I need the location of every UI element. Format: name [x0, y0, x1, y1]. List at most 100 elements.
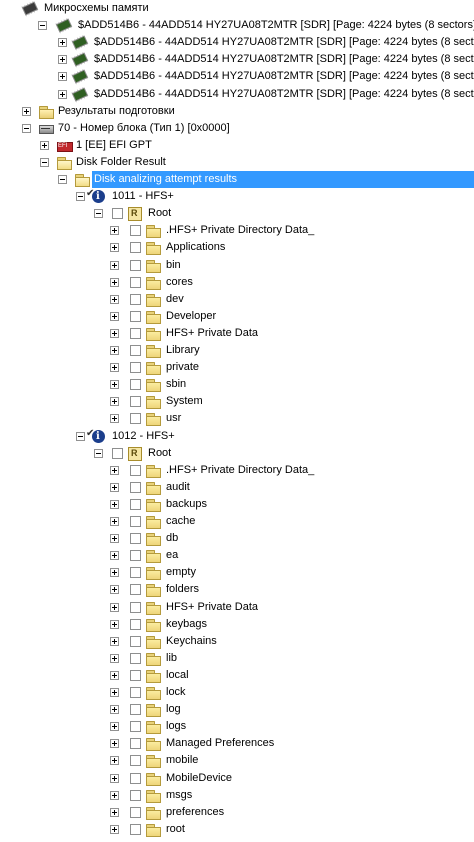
- expand-icon[interactable]: [110, 260, 119, 270]
- tree-item-chip[interactable]: $ADD514B6 - 44ADD514 HY27UA08T2MTR [SDR]…: [0, 17, 474, 34]
- tree-item-volume[interactable]: ✔1012 - HFS+: [0, 428, 474, 445]
- tree-item-folder[interactable]: .HFS+ Private Directory Data_: [0, 222, 474, 239]
- expand-icon[interactable]: [110, 517, 119, 526]
- tree-item-chip[interactable]: $ADD514B6 - 44ADD514 HY27UA08T2MTR [SDR]…: [0, 34, 474, 51]
- expand-icon[interactable]: [110, 807, 119, 817]
- checkbox[interactable]: [130, 550, 141, 562]
- tree-item-root[interactable]: Root: [0, 445, 474, 462]
- tree-item-folder[interactable]: sbin: [0, 376, 474, 393]
- expand-icon[interactable]: [22, 106, 31, 116]
- tree-item-folder[interactable]: bin: [0, 257, 474, 274]
- collapse-icon[interactable]: [58, 175, 67, 184]
- expand-icon[interactable]: [110, 328, 119, 338]
- tree-item-folder[interactable]: lib: [0, 650, 474, 667]
- tree-item-folder[interactable]: preferences: [0, 804, 474, 821]
- tree-item-folder[interactable]: keybags: [0, 616, 474, 633]
- expand-icon[interactable]: [58, 89, 67, 99]
- tree-item-disk-attempt[interactable]: Disk analizing attempt results: [0, 171, 474, 188]
- collapse-icon[interactable]: [22, 123, 31, 133]
- checkbox[interactable]: [130, 806, 141, 818]
- tree-item-folder[interactable]: local: [0, 667, 474, 684]
- expand-icon[interactable]: [110, 482, 119, 492]
- tree-item-folder[interactable]: mobile: [0, 752, 474, 769]
- checkbox[interactable]: [130, 755, 141, 767]
- tree-item-disk-folder[interactable]: Disk Folder Result: [0, 154, 474, 171]
- tree-item-folder[interactable]: root: [0, 821, 474, 838]
- tree-item-folder[interactable]: Library: [0, 342, 474, 359]
- checkbox[interactable]: [130, 772, 141, 784]
- checkbox[interactable]: [130, 687, 141, 698]
- collapse-icon[interactable]: [94, 209, 103, 219]
- checkbox[interactable]: [130, 242, 141, 254]
- expand-icon[interactable]: [110, 790, 119, 800]
- checkbox[interactable]: [130, 481, 141, 493]
- expand-icon[interactable]: [110, 277, 119, 287]
- expand-icon[interactable]: [110, 465, 119, 475]
- expand-icon[interactable]: [110, 585, 119, 595]
- expand-icon[interactable]: [110, 653, 119, 663]
- tree-item-folder[interactable]: empty: [0, 564, 474, 581]
- expand-icon[interactable]: [110, 773, 119, 783]
- expand-icon[interactable]: [110, 294, 119, 304]
- checkbox[interactable]: [130, 635, 141, 647]
- expand-icon[interactable]: [110, 824, 119, 834]
- checkbox[interactable]: [130, 533, 141, 545]
- expand-icon[interactable]: [110, 551, 119, 561]
- expand-icon[interactable]: [110, 636, 119, 646]
- checkbox[interactable]: [130, 567, 141, 579]
- checkbox[interactable]: [130, 259, 141, 271]
- checkbox[interactable]: [130, 823, 141, 835]
- collapse-icon[interactable]: [76, 431, 85, 441]
- tree-item-folder[interactable]: MobileDevice: [0, 770, 474, 787]
- tree-item-folder[interactable]: Keychains: [0, 633, 474, 650]
- checkbox[interactable]: [130, 789, 141, 801]
- expand-icon[interactable]: [110, 414, 119, 424]
- tree-item-prep-results[interactable]: Результаты подготовки: [0, 103, 474, 120]
- checkbox[interactable]: [130, 310, 141, 322]
- expand-icon[interactable]: [58, 38, 67, 48]
- checkbox[interactable]: [130, 413, 141, 425]
- expand-icon[interactable]: [110, 756, 119, 766]
- checkbox[interactable]: [130, 652, 141, 664]
- expand-icon[interactable]: [58, 72, 67, 82]
- tree-item-chip[interactable]: $ADD514B6 - 44ADD514 HY27UA08T2MTR [SDR]…: [0, 86, 474, 103]
- tree-item-folder[interactable]: cache: [0, 513, 474, 530]
- tree-item-volume[interactable]: ✔1011 - HFS+: [0, 188, 474, 205]
- collapse-icon[interactable]: [38, 21, 47, 31]
- expand-icon[interactable]: [110, 568, 119, 578]
- expand-icon[interactable]: [110, 363, 119, 373]
- tree-item-folder[interactable]: System: [0, 393, 474, 410]
- expand-icon[interactable]: [110, 705, 119, 715]
- tree-item-folder[interactable]: Applications: [0, 239, 474, 256]
- checkbox[interactable]: [130, 362, 141, 374]
- tree-item-folder[interactable]: Managed Preferences: [0, 735, 474, 752]
- tree-item-folder[interactable]: logs: [0, 718, 474, 735]
- tree-item-chip[interactable]: $ADD514B6 - 44ADD514 HY27UA08T2MTR [SDR]…: [0, 68, 474, 85]
- tree-item-folder[interactable]: .HFS+ Private Directory Data_: [0, 462, 474, 479]
- tree-item-folder[interactable]: msgs: [0, 787, 474, 804]
- tree-item-folder[interactable]: private: [0, 359, 474, 376]
- tree-item-efi[interactable]: 1 [EE] EFI GPT: [0, 137, 474, 154]
- checkbox[interactable]: [130, 327, 141, 339]
- checkbox[interactable]: [130, 293, 141, 305]
- expand-icon[interactable]: [110, 243, 119, 253]
- checkbox[interactable]: [130, 721, 141, 733]
- expand-icon[interactable]: [110, 619, 119, 629]
- tree-item-memory-chips[interactable]: Микросхемы памяти: [0, 0, 474, 17]
- tree-item-folder[interactable]: lock: [0, 684, 474, 701]
- expand-icon[interactable]: [110, 534, 119, 544]
- tree-item-folder[interactable]: HFS+ Private Data: [0, 599, 474, 616]
- tree-item-root[interactable]: Root: [0, 205, 474, 222]
- checkbox[interactable]: [130, 516, 141, 527]
- tree-item-chip[interactable]: $ADD514B6 - 44ADD514 HY27UA08T2MTR [SDR]…: [0, 51, 474, 68]
- expand-icon[interactable]: [58, 55, 67, 65]
- checkbox[interactable]: [130, 669, 141, 681]
- checkbox[interactable]: [130, 379, 141, 391]
- expand-icon[interactable]: [110, 688, 119, 697]
- tree-item-folder[interactable]: audit: [0, 479, 474, 496]
- checkbox[interactable]: [130, 396, 141, 408]
- checkbox[interactable]: [130, 498, 141, 510]
- expand-icon[interactable]: [110, 226, 119, 236]
- checkbox[interactable]: [130, 601, 141, 613]
- tree-item-folder[interactable]: folders: [0, 581, 474, 598]
